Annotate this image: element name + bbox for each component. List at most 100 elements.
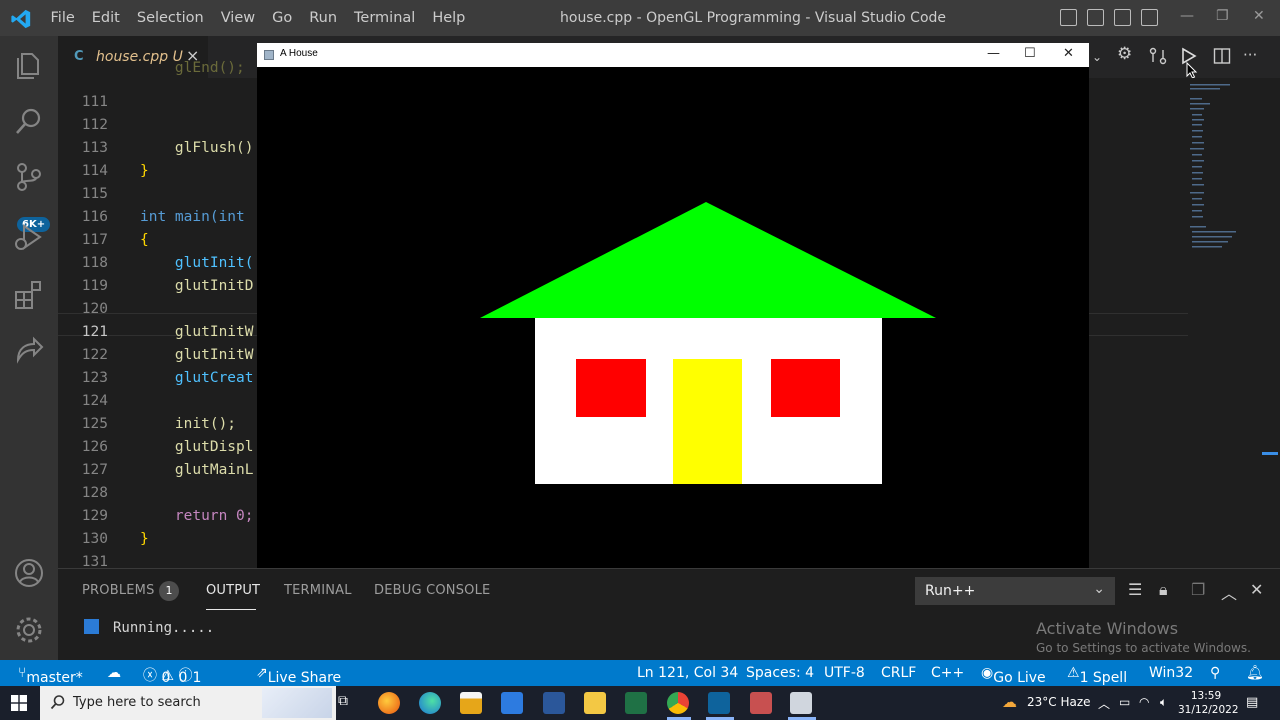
chevron-down-icon: ⌄ xyxy=(1093,581,1105,597)
encoding[interactable]: UTF-8 xyxy=(824,665,865,681)
line-number: 116 xyxy=(81,209,108,225)
menu-go[interactable]: Go xyxy=(264,10,301,26)
menu-run[interactable]: Run xyxy=(301,10,346,26)
lock-scroll-icon[interactable]: 🔒︎ xyxy=(1159,580,1168,600)
toggle-secondary-sidebar-icon[interactable] xyxy=(1114,9,1131,26)
line-number: 120 xyxy=(81,301,108,317)
file-explorer-icon[interactable] xyxy=(584,692,606,714)
excel-icon[interactable] xyxy=(625,692,647,714)
tab-terminal[interactable]: TERMINAL xyxy=(284,583,352,598)
windows-start-icon[interactable] xyxy=(11,695,27,711)
end-of-line[interactable]: CRLF xyxy=(881,665,916,681)
edge-icon[interactable] xyxy=(419,692,441,714)
vscode-taskbar-icon[interactable] xyxy=(708,692,730,714)
tab-problems[interactable]: PROBLEMS xyxy=(82,583,155,598)
output-line: Running..... xyxy=(84,619,214,636)
chrome-icon[interactable] xyxy=(667,692,689,714)
minimap[interactable] xyxy=(1188,78,1246,258)
active-tab-indicator xyxy=(206,609,256,610)
maximize-panel-icon[interactable]: ︿ xyxy=(1221,580,1237,604)
search-icon xyxy=(50,695,65,710)
maximize-icon[interactable]: ❐ xyxy=(1216,8,1229,24)
tab-debug-console[interactable]: DEBUG CONSOLE xyxy=(374,583,490,598)
word-icon[interactable] xyxy=(543,692,565,714)
app-icon[interactable] xyxy=(750,692,772,714)
wifi-icon[interactable]: ◠ xyxy=(1139,695,1149,709)
opengl-window[interactable]: A House — ☐ ✕ xyxy=(257,43,1089,568)
action-center-icon[interactable]: ▤ xyxy=(1246,695,1258,710)
sync-icon[interactable]: ☁ xyxy=(107,665,121,681)
taskbar-search[interactable]: Type here to search xyxy=(40,686,336,720)
gl-minimize-icon[interactable]: — xyxy=(987,46,1000,61)
platform[interactable]: Win32 xyxy=(1149,665,1193,681)
settings-gear-icon[interactable]: ⚙ xyxy=(1117,44,1132,64)
code-line: glEnd(); xyxy=(140,60,245,76)
activate-windows-watermark: Activate Windows Go to Settings to activ… xyxy=(1036,619,1251,655)
minimize-icon[interactable]: — xyxy=(1180,8,1194,24)
code-line: return 0; xyxy=(140,508,254,524)
indentation[interactable]: Spaces: 4 xyxy=(746,665,814,681)
clock-time: 13:59 xyxy=(1190,690,1222,702)
gl-close-icon[interactable]: ✕ xyxy=(1063,46,1074,61)
system-clock[interactable]: 13:59 31/12/2022 xyxy=(1178,689,1239,717)
more-actions-icon[interactable]: ··· xyxy=(1243,46,1257,64)
output-channel-value: Run++ xyxy=(925,583,976,599)
problems-summary[interactable]: ⓧ 0 ⚠ 0 ⓘ 1 xyxy=(143,665,201,686)
spell-check[interactable]: ⚠ 1 Spell xyxy=(1067,665,1127,686)
layout-controls xyxy=(1060,9,1158,26)
cursor-position[interactable]: Ln 121, Col 34 xyxy=(637,665,738,681)
compare-changes-icon[interactable] xyxy=(1149,47,1167,65)
gl-maximize-icon[interactable]: ☐ xyxy=(1024,46,1036,61)
live-share-status[interactable]: ⇗ Live Share xyxy=(256,665,341,686)
window-title: house.cpp - OpenGL Programming - Visual … xyxy=(560,10,947,26)
line-number: 113 xyxy=(81,140,108,156)
go-live-button[interactable]: ◉ Go Live xyxy=(981,665,1046,686)
line-number: 118 xyxy=(81,255,108,271)
split-editor-icon[interactable] xyxy=(1213,47,1231,65)
firefox-icon[interactable] xyxy=(378,692,400,714)
mail-icon[interactable] xyxy=(501,692,523,714)
code-line: glutInitW xyxy=(140,324,254,340)
show-hidden-icons-icon[interactable]: ︿ xyxy=(1098,695,1110,712)
feedback-icon[interactable]: ⚲ xyxy=(1210,665,1220,681)
house-window-left xyxy=(576,359,646,417)
tray-app-icon[interactable]: ▭ xyxy=(1119,695,1130,709)
problems-count-badge: 1 xyxy=(159,581,179,601)
line-number: 115 xyxy=(81,186,108,202)
output-text: Running..... xyxy=(113,620,215,636)
code-line: glutInit( xyxy=(140,255,254,271)
close-window-icon[interactable]: ✕ xyxy=(1253,8,1265,24)
line-number: 125 xyxy=(81,416,108,432)
git-branch[interactable]: ⑂ master* xyxy=(18,665,83,686)
chevron-down-icon[interactable]: ⌄ xyxy=(1092,50,1102,64)
running-indicator-icon xyxy=(84,619,99,634)
output-channel-select[interactable]: Run++ ⌄ xyxy=(915,577,1115,605)
toggle-sidebar-icon[interactable] xyxy=(1060,9,1077,26)
code-line: init(); xyxy=(140,416,237,432)
customize-layout-icon[interactable] xyxy=(1141,9,1158,26)
notifications-bell-icon[interactable]: 🔔︎ xyxy=(1246,665,1264,681)
volume-icon[interactable]: 🔈︎ xyxy=(1160,695,1167,710)
opengl-window-titlebar[interactable]: A House — ☐ ✕ xyxy=(257,43,1089,67)
opengl-app-taskbar-icon[interactable] xyxy=(790,692,812,714)
house-door xyxy=(673,359,742,484)
weather-text[interactable]: 23°C Haze xyxy=(1027,695,1091,709)
toggle-panel-icon[interactable] xyxy=(1087,9,1104,26)
code-line: glutDispl xyxy=(140,439,254,455)
tab-output[interactable]: OUTPUT xyxy=(206,583,260,598)
language-mode[interactable]: C++ xyxy=(931,665,964,681)
line-number: 112 xyxy=(81,117,108,133)
code-line: glutMainL xyxy=(140,462,254,478)
task-view-icon[interactable]: ⧉ xyxy=(338,693,348,709)
open-in-editor-icon[interactable]: ❐ xyxy=(1191,580,1205,599)
menu-terminal[interactable]: Terminal xyxy=(346,10,424,26)
code-line: glutCreat xyxy=(140,370,254,386)
close-panel-icon[interactable]: ✕ xyxy=(1250,580,1263,599)
line-number: 114 xyxy=(81,163,108,179)
menu-help[interactable]: Help xyxy=(424,10,474,26)
clear-output-icon[interactable]: ☰ xyxy=(1128,580,1142,599)
store-icon[interactable] xyxy=(460,692,482,714)
code-line: glutInitW xyxy=(140,347,254,363)
go-live-label: Go Live xyxy=(993,670,1046,686)
manage-gear-icon[interactable] xyxy=(12,613,46,647)
